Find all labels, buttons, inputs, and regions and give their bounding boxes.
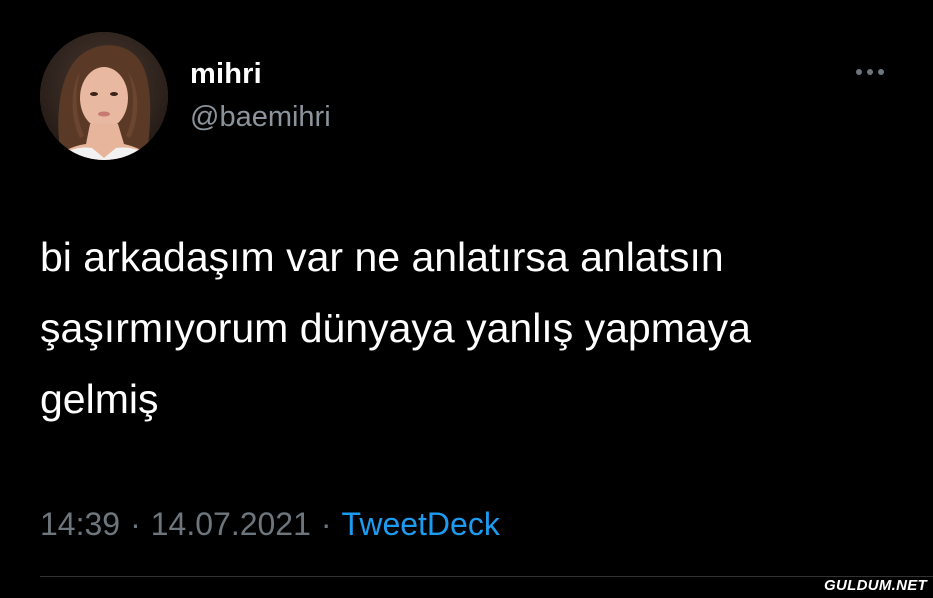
avatar-photo (40, 32, 168, 160)
more-horizontal-icon[interactable] (851, 64, 891, 80)
user-handle[interactable]: @baemihri (190, 101, 331, 134)
tweet-meta: 14:39 · 14.07.2021 · TweetDeck (40, 506, 500, 543)
meta-separator: · (130, 506, 141, 542)
tweet-source-link[interactable]: TweetDeck (342, 506, 500, 542)
meta-separator: · (320, 506, 332, 542)
divider (40, 576, 933, 577)
tweet-text: bi arkadaşım var ne anlatırsa anlatsın ş… (40, 234, 751, 422)
tweet-time[interactable]: 14:39 (40, 506, 120, 542)
tweet-card: mihri @baemihri bi arkadaşım var ne anla… (0, 0, 933, 598)
display-name[interactable]: mihri (190, 58, 262, 91)
tweet-date[interactable]: 14.07.2021 (151, 506, 311, 542)
avatar[interactable] (40, 32, 168, 160)
watermark: GULDUM.NET (824, 577, 927, 594)
